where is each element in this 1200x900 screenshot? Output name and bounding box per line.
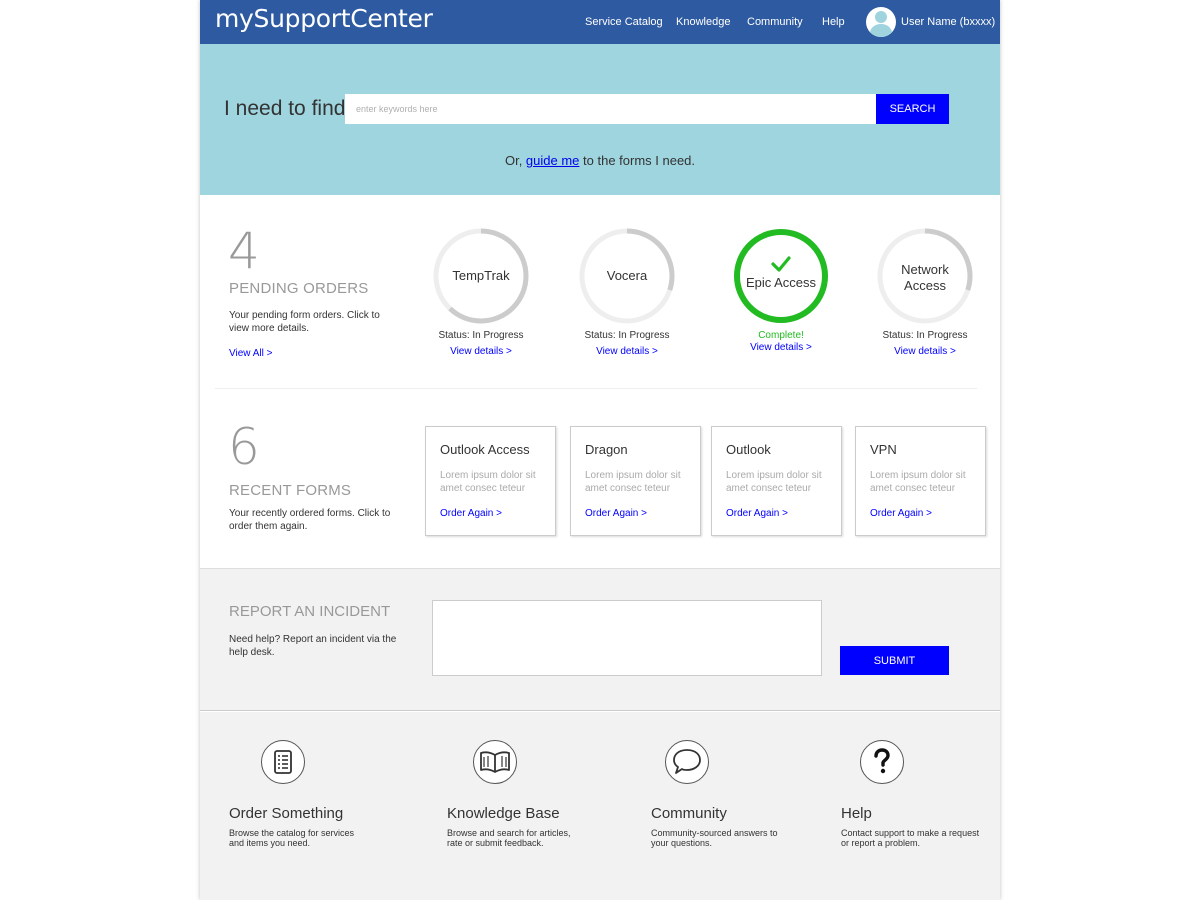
- pending-description: Your pending form orders. Click to view …: [229, 310, 380, 334]
- hero-title: I need to find: [224, 97, 346, 120]
- clipboard-list-glyph: [274, 750, 292, 774]
- search-hero: I need to find SEARCH Or, guide me to th…: [200, 44, 1000, 195]
- order-again-link[interactable]: Order Again >: [870, 508, 932, 519]
- page: mySupportCenter Service Catalog Knowledg…: [200, 0, 1000, 900]
- open-book-glyph: [480, 751, 510, 773]
- order-status: Status: In Progress: [438, 330, 524, 341]
- user-name[interactable]: User Name (bxxxx): [901, 16, 995, 28]
- recent-form-card[interactable]: Dragon Lorem ipsum dolor sit amet consec…: [570, 426, 701, 536]
- clipboard-list-icon[interactable]: [261, 740, 305, 784]
- question-mark-icon[interactable]: [860, 740, 904, 784]
- form-title: Outlook: [726, 442, 771, 457]
- form-description: Lorem ipsum dolor sit amet consec teteur: [440, 470, 536, 494]
- guide-suffix: to the forms I need.: [579, 153, 696, 168]
- order-status: Complete!: [758, 330, 804, 341]
- avatar-head: [875, 11, 887, 23]
- nav-help[interactable]: Help: [822, 16, 845, 28]
- guide-me-link[interactable]: guide me: [526, 153, 579, 168]
- pending-count: 4: [228, 222, 260, 280]
- speech-bubble-icon[interactable]: [665, 740, 709, 784]
- order-again-link[interactable]: Order Again >: [726, 508, 788, 519]
- recent-title: RECENT FORMS: [229, 482, 352, 499]
- footer-description: Browse and search for articles, rate or …: [447, 828, 571, 848]
- view-all-link[interactable]: View All >: [229, 348, 272, 359]
- report-incident-section: REPORT AN INCIDENT Need help? Report an …: [200, 568, 1000, 711]
- incident-textarea[interactable]: [432, 600, 822, 676]
- recent-form-card[interactable]: Outlook Access Lorem ipsum dolor sit ame…: [425, 426, 556, 536]
- question-mark-glyph: [874, 748, 890, 774]
- recent-form-card[interactable]: VPN Lorem ipsum dolor sit amet consec te…: [855, 426, 986, 536]
- brand-logo[interactable]: mySupportCenter: [215, 4, 433, 33]
- form-description: Lorem ipsum dolor sit amet consec teteur: [870, 470, 966, 494]
- footer-links: Order Something Browse the catalog for s…: [200, 712, 1000, 900]
- footer-title[interactable]: Help: [841, 805, 872, 822]
- footer-title[interactable]: Order Something: [229, 805, 343, 822]
- footer-title[interactable]: Knowledge Base: [447, 805, 560, 822]
- view-details-link[interactable]: View details >: [557, 346, 697, 357]
- nav-knowledge[interactable]: Knowledge: [676, 16, 730, 28]
- order-name: TempTrak: [452, 268, 510, 283]
- checkmark-icon: [771, 256, 791, 272]
- order-name-line-2: Access: [904, 278, 946, 293]
- nav-community[interactable]: Community: [747, 16, 803, 28]
- form-description: Lorem ipsum dolor sit amet consec teteur: [585, 470, 681, 494]
- view-details-link[interactable]: View details >: [855, 346, 995, 357]
- recent-count: 6: [228, 418, 260, 476]
- order-name: Epic Access: [745, 275, 817, 290]
- order-again-link[interactable]: Order Again >: [585, 508, 647, 519]
- order-name: Network: [901, 262, 949, 277]
- guide-prefix: Or,: [504, 153, 526, 168]
- search-button[interactable]: SEARCH: [876, 94, 949, 124]
- incident-title: REPORT AN INCIDENT: [229, 603, 391, 620]
- order-status: Status: In Progress: [882, 330, 968, 341]
- open-book-icon[interactable]: [473, 740, 517, 784]
- order-again-link[interactable]: Order Again >: [440, 508, 502, 519]
- order-status: Status: In Progress: [584, 330, 670, 341]
- form-title: Dragon: [585, 442, 628, 457]
- top-navigation-bar: mySupportCenter Service Catalog Knowledg…: [200, 0, 1000, 44]
- footer-description: Contact support to make a request or rep…: [841, 828, 980, 848]
- pending-title: PENDING ORDERS: [229, 280, 369, 297]
- speech-bubble-glyph: [673, 749, 701, 774]
- footer-description: Browse the catalog for services and item…: [229, 828, 355, 848]
- form-title: Outlook Access: [440, 442, 530, 457]
- avatar-body: [870, 24, 892, 37]
- form-title: VPN: [870, 442, 897, 457]
- user-avatar-icon[interactable]: [866, 7, 896, 37]
- submit-button[interactable]: SUBMIT: [840, 646, 949, 675]
- incident-description: Need help? Report an incident via the he…: [229, 634, 397, 658]
- nav-service-catalog[interactable]: Service Catalog: [585, 16, 663, 28]
- guide-line: Or, guide me to the forms I need.: [200, 153, 1000, 168]
- footer-description: Community-sourced answers to your questi…: [651, 828, 778, 848]
- search-input[interactable]: [345, 94, 877, 124]
- recent-form-card[interactable]: Outlook Lorem ipsum dolor sit amet conse…: [711, 426, 842, 536]
- view-details-link[interactable]: View details >: [411, 346, 551, 357]
- order-name: Vocera: [606, 268, 648, 283]
- form-description: Lorem ipsum dolor sit amet consec teteur: [726, 470, 822, 494]
- section-divider: [215, 388, 977, 389]
- view-details-link[interactable]: View details >: [711, 342, 851, 353]
- footer-title[interactable]: Community: [651, 805, 727, 822]
- recent-description: Your recently ordered forms. Click to or…: [229, 508, 391, 532]
